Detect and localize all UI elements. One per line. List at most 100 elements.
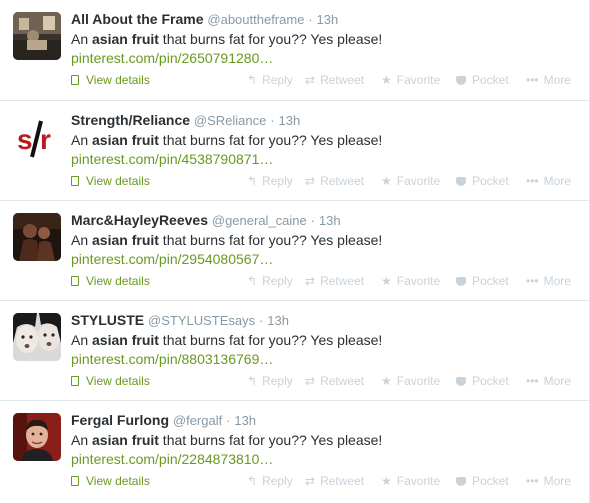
reply-button[interactable]: ↰ Reply [247,273,293,289]
tweet-header: Fergal Furlong @fergalf · 13h [71,411,580,430]
more-button[interactable]: ••• More [526,72,571,88]
tweet-time[interactable]: 13h [279,113,301,128]
tweet-fullname[interactable]: Marc&HayleyReeves [71,212,208,228]
pocket-label: Pocket [472,274,509,288]
avatar[interactable] [13,12,61,60]
favorite-button[interactable]: ★ Favorite [381,273,440,289]
favorite-button[interactable]: ★ Favorite [381,373,440,389]
reply-button[interactable]: ↰ Reply [247,373,293,389]
tweet[interactable]: Fergal Furlong @fergalf · 13h An asian f… [0,400,590,503]
tweet-username[interactable]: @SReliance [194,113,266,128]
separator-dot: · [308,12,313,27]
tweet-username[interactable]: @abouttheframe [207,12,304,27]
separator-dot: · [259,313,264,328]
view-details-link[interactable]: View details [71,373,150,389]
tweet-text-highlight: asian fruit [92,332,159,348]
tweet-text: An asian fruit that burns fat for you?? … [71,331,580,350]
favorite-button[interactable]: ★ Favorite [381,72,440,88]
view-details-label: View details [86,73,150,87]
more-button[interactable]: ••• More [526,473,571,489]
retweet-button[interactable]: ⇄ Retweet [305,273,364,289]
star-icon: ★ [381,374,392,388]
pocket-label: Pocket [472,474,509,488]
reply-button[interactable]: ↰ Reply [247,72,293,88]
pocket-label: Pocket [472,174,509,188]
retweet-button[interactable]: ⇄ Retweet [305,173,364,189]
favorite-label: Favorite [396,174,441,188]
favorite-label: Favorite [396,474,441,488]
favorite-button[interactable]: ★ Favorite [381,473,440,489]
tweet[interactable]: s r Strength/Reliance @SReliance · 13h A… [0,100,590,200]
ellipsis-icon: ••• [526,274,539,288]
tweet[interactable]: Marc&HayleyReeves @general_caine · 13h A… [0,200,590,300]
favorite-label: Favorite [396,274,441,288]
retweet-label: Retweet [320,73,365,87]
tweet-username[interactable]: @general_caine [212,213,307,228]
tweet-actions: View details ↰ Reply ⇄ Retweet ★ Favorite P… [71,373,580,389]
tweet-actions: View details ↰ Reply ⇄ Retweet ★ Favorite P… [71,173,580,189]
tweet-link[interactable]: pinterest.com/pin/2954080567… [71,250,580,269]
tweet-text-pre: An [71,132,93,148]
tweet[interactable]: STYLUSTE @STYLUSTEsays · 13h An asian fr… [0,300,590,400]
tweet-time[interactable]: 13h [267,313,289,328]
sr-logo-icon: s r [13,113,61,161]
tweet-link[interactable]: pinterest.com/pin/2650791280… [71,49,580,68]
view-details-link[interactable]: View details [71,173,150,189]
more-button[interactable]: ••• More [526,173,571,189]
tweet-text-post: that burns fat for you?? Yes please! [158,132,383,148]
retweet-icon: ⇄ [305,274,316,288]
retweet-button[interactable]: ⇄ Retweet [305,72,364,88]
tweet-link[interactable]: pinterest.com/pin/4538790871… [71,150,580,169]
tweet-header: Marc&HayleyReeves @general_caine · 13h [71,211,580,230]
view-details-link[interactable]: View details [71,72,150,88]
tweet-time[interactable]: 13h [319,213,341,228]
retweet-label: Retweet [320,474,365,488]
view-details-label: View details [86,274,150,288]
pocket-button[interactable]: Pocket [456,72,509,88]
ellipsis-icon: ••• [526,174,539,188]
tweet-text-post: that burns fat for you?? Yes please! [158,31,383,47]
tweet[interactable]: All About the Frame @abouttheframe · 13h… [0,0,590,100]
tweet-time[interactable]: 13h [234,413,256,428]
more-label: More [543,274,571,288]
tweet-time[interactable]: 13h [317,12,339,27]
timeline: All About the Frame @abouttheframe · 13h… [0,0,590,503]
tweet-username[interactable]: @fergalf [173,413,222,428]
more-button[interactable]: ••• More [526,273,571,289]
tweet-text-post: that burns fat for you?? Yes please! [158,232,383,248]
more-label: More [543,474,571,488]
more-button[interactable]: ••• More [526,373,571,389]
reply-arrow-icon: ↰ [247,474,258,488]
retweet-icon: ⇄ [305,374,316,388]
star-icon: ★ [381,73,392,87]
tweet-username[interactable]: @STYLUSTEsays [148,313,255,328]
avatar[interactable] [13,213,61,261]
tweet-fullname[interactable]: STYLUSTE [71,312,144,328]
pocket-button[interactable]: Pocket [456,373,509,389]
tweet-link[interactable]: pinterest.com/pin/2284873810… [71,450,580,469]
retweet-button[interactable]: ⇄ Retweet [305,473,364,489]
document-icon [71,476,79,486]
avatar[interactable] [13,413,61,461]
tweet-fullname[interactable]: Strength/Reliance [71,112,190,128]
ellipsis-icon: ••• [526,73,539,87]
retweet-icon: ⇄ [305,174,316,188]
man-portrait-icon [13,413,61,461]
tweet-text-pre: An [71,232,93,248]
view-details-link[interactable]: View details [71,273,150,289]
retweet-button[interactable]: ⇄ Retweet [305,373,364,389]
tweet-text-post: that burns fat for you?? Yes please! [158,432,383,448]
tweet-fullname[interactable]: Fergal Furlong [71,412,169,428]
tweet-fullname[interactable]: All About the Frame [71,11,204,27]
avatar[interactable] [13,313,61,361]
reply-label: Reply [262,73,293,87]
pocket-button[interactable]: Pocket [456,473,509,489]
favorite-button[interactable]: ★ Favorite [381,173,440,189]
reply-button[interactable]: ↰ Reply [247,173,293,189]
view-details-link[interactable]: View details [71,473,150,489]
tweet-link[interactable]: pinterest.com/pin/8803136769… [71,350,580,369]
pocket-button[interactable]: Pocket [456,173,509,189]
avatar[interactable]: s r [13,113,61,161]
pocket-button[interactable]: Pocket [456,273,509,289]
reply-button[interactable]: ↰ Reply [247,473,293,489]
